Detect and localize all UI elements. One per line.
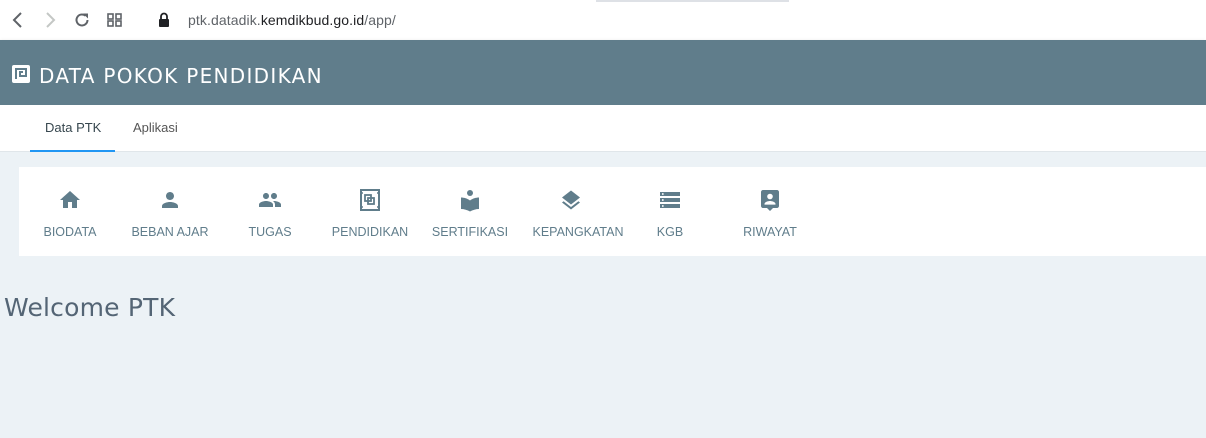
layers-icon — [559, 188, 583, 212]
contact-icon — [758, 188, 782, 212]
address-bar[interactable]: ptk.datadik.kemdikbud.go.id/app/ — [188, 12, 396, 28]
menu-item-kgb[interactable]: KGB — [620, 167, 720, 256]
reload-icon[interactable] — [72, 10, 92, 30]
menu-item-tugas[interactable]: TUGAS — [220, 167, 320, 256]
menu-label: SERTIFIKASI — [431, 225, 509, 239]
menu-label: PENDIDIKAN — [331, 225, 409, 239]
menu-label: TUGAS — [248, 225, 292, 239]
list-icon — [658, 188, 682, 212]
menu-label: RIWAYAT — [743, 225, 797, 239]
book-reader-icon — [458, 188, 482, 212]
menu-item-biodata[interactable]: BIODATA — [20, 167, 120, 256]
app-header: DATA POKOK PENDIDIKAN — [0, 40, 1206, 105]
url-prefix: ptk.datadik. — [188, 12, 261, 28]
browser-tab-edge — [596, 0, 789, 2]
frame-icon — [358, 188, 382, 212]
welcome-heading: Welcome PTK — [4, 293, 176, 322]
menu-item-kepangkatan[interactable]: KEPANGKATAN — [520, 167, 624, 256]
lock-icon[interactable] — [154, 10, 174, 30]
tab-aplikasi[interactable]: Aplikasi — [133, 120, 178, 135]
home-icon — [58, 188, 82, 212]
app-logo-icon — [11, 64, 31, 84]
apps-grid-icon[interactable] — [105, 10, 125, 30]
menu-item-sertifikasi[interactable]: SERTIFIKASI — [420, 167, 520, 256]
browser-toolbar: ptk.datadik.kemdikbud.go.id/app/ — [0, 0, 1206, 40]
menu-label: BEBAN AJAR — [131, 225, 209, 239]
tab-bar: Data PTK Aplikasi — [0, 105, 1206, 152]
menu-item-beban-ajar[interactable]: BEBAN AJAR — [120, 167, 220, 256]
app-title: DATA POKOK PENDIDIKAN — [39, 64, 323, 88]
menu-label: KEPANGKATAN — [532, 225, 624, 239]
menu-item-pendidikan[interactable]: PENDIDIKAN — [320, 167, 420, 256]
tab-data-ptk[interactable]: Data PTK — [45, 120, 101, 135]
people-icon — [258, 188, 282, 212]
url-domain: kemdikbud.go.id — [260, 12, 365, 28]
menu-label: KGB — [656, 225, 684, 239]
back-icon[interactable] — [8, 10, 28, 30]
menu-item-riwayat[interactable]: RIWAYAT — [720, 167, 820, 256]
menu-card: BIODATA BEBAN AJAR TUGAS PENDIDIKAN SERT… — [19, 167, 1206, 256]
menu-label: BIODATA — [43, 225, 97, 239]
person-icon — [158, 188, 182, 212]
active-tab-indicator — [30, 150, 115, 152]
forward-icon[interactable] — [40, 10, 60, 30]
url-path: /app/ — [364, 12, 396, 28]
